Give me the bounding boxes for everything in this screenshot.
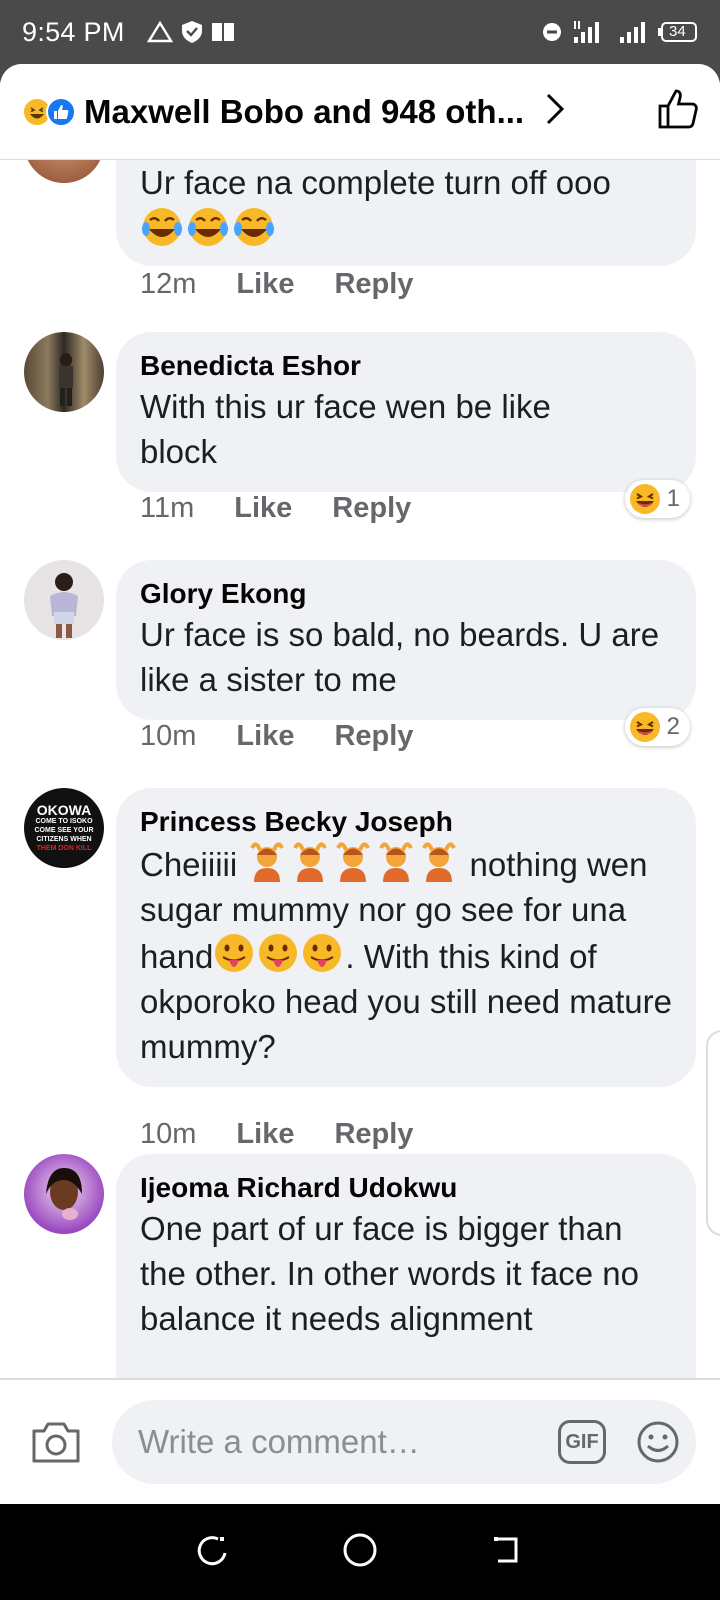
- comment-input[interactable]: Write a comment… GIF: [112, 1400, 696, 1484]
- comment-reaction-badge[interactable]: 2: [624, 708, 690, 746]
- comment-reaction-badge[interactable]: 1: [624, 480, 690, 518]
- commenter-avatar[interactable]: [24, 1154, 104, 1234]
- back-icon[interactable]: [490, 1533, 524, 1572]
- comment-bubble: Princess Becky Joseph Cheiiiii nothing w…: [116, 788, 696, 1087]
- status-time: 9:54 PM: [22, 16, 125, 47]
- comment-input-placeholder: Write a comment…: [138, 1423, 420, 1460]
- commenter-name[interactable]: Glory Ekong: [140, 576, 672, 612]
- comment-text: Ur face na complete turn off ooo: [140, 160, 672, 254]
- avatar-text-line: OKOWA: [36, 802, 92, 818]
- comment-actions: 10m Like Reply: [140, 720, 413, 753]
- comment-reply-button[interactable]: Reply: [334, 268, 413, 301]
- comment-text: One part of ur face is bigger than the o…: [140, 1210, 639, 1337]
- avatar-text-line: COME SEE YOUR: [34, 827, 94, 834]
- commenter-avatar[interactable]: OKOWA COME TO ISOKO COME SEE YOUR CITIZE…: [24, 788, 104, 868]
- reactions-header[interactable]: Maxwell Bobo and 948 oth...: [0, 64, 720, 160]
- commenter-avatar[interactable]: [24, 560, 104, 640]
- comment-reply-button[interactable]: Reply: [332, 492, 411, 525]
- like-post-button[interactable]: [656, 87, 700, 136]
- gif-button[interactable]: GIF: [558, 1420, 606, 1464]
- comment-bubble: Glory Ekong Ur face is so bald, no beard…: [116, 560, 696, 720]
- tongue-out-emoji: [213, 934, 345, 975]
- comment-actions: 10m Like Reply: [140, 1118, 413, 1151]
- signal-icon: [618, 19, 648, 45]
- commenter-name[interactable]: Princess Becky Joseph: [140, 804, 672, 840]
- status-icons-right: 34: [542, 19, 698, 45]
- comment-reply-button[interactable]: Reply: [334, 720, 413, 753]
- battery-icon: 34: [658, 21, 698, 43]
- system-nav-bar: [0, 1504, 720, 1600]
- side-card-edge: [706, 1030, 720, 1236]
- comment-actions: 12m Like Reply: [140, 268, 413, 301]
- comments-sheet: Maxwell Bobo and 948 oth... Ur face na c…: [0, 64, 720, 1504]
- comment-reply-button[interactable]: Reply: [334, 1118, 413, 1151]
- avatar-text-line: THEM DON KILL: [36, 845, 92, 852]
- warning-triangle-icon: [146, 21, 173, 43]
- person-gesturing-emoji: [246, 842, 469, 883]
- comment-like-button[interactable]: Like: [236, 1118, 294, 1151]
- commenter-avatar[interactable]: [24, 160, 104, 183]
- comment-actions: 11m Like Reply: [140, 492, 411, 525]
- comment-bubble: Ijeoma Richard Udokwu One part of ur fac…: [116, 1154, 696, 1378]
- recent-apps-icon[interactable]: [196, 1533, 230, 1572]
- comment-like-button[interactable]: Like: [236, 720, 294, 753]
- avatar-text-line: COME TO ISOKO: [35, 818, 93, 825]
- haha-reaction-icon: [629, 484, 660, 514]
- reaction-count: 2: [666, 713, 680, 740]
- comment-like-button[interactable]: Like: [234, 492, 292, 525]
- do-not-disturb-icon: [542, 22, 562, 42]
- like-reaction-icon: [46, 96, 76, 127]
- comment-text: With this ur face wen be like block: [140, 388, 551, 470]
- comment-text: Cheiiiii nothing wen sugar mummy nor go …: [140, 842, 672, 1065]
- comment-timestamp: 12m: [140, 268, 197, 300]
- commenter-name[interactable]: Benedicta Eshor: [140, 348, 672, 384]
- comment-text: Ur face is so bald, no beards. U are lik…: [140, 616, 660, 698]
- avatar-text-line: CITIZENS WHEN: [36, 836, 92, 843]
- comment-bubble: Ur face na complete turn off ooo: [116, 160, 696, 266]
- reactions-summary-title[interactable]: Maxwell Bobo and 948 oth...: [84, 93, 524, 131]
- comment-like-button[interactable]: Like: [236, 268, 294, 301]
- tears-of-joy-emoji: [140, 208, 280, 250]
- comment-timestamp: 11m: [140, 492, 195, 524]
- camera-icon[interactable]: [30, 1419, 82, 1465]
- commenter-name[interactable]: Ijeoma Richard Udokwu: [140, 1170, 672, 1206]
- haha-reaction-icon: [629, 712, 660, 742]
- commenter-avatar[interactable]: [24, 332, 104, 412]
- chevron-right-icon[interactable]: [544, 92, 566, 131]
- reaction-stack: [22, 96, 76, 127]
- status-bar: 9:54 PM 34: [0, 0, 720, 64]
- shield-icon: [181, 20, 203, 44]
- comment-timestamp: 10m: [140, 720, 197, 752]
- reaction-count: 1: [666, 485, 680, 512]
- comment-bubble: Benedicta Eshor With this ur face wen be…: [116, 332, 696, 492]
- status-icons-left: [146, 20, 235, 44]
- book-icon: [211, 22, 235, 42]
- home-icon[interactable]: [342, 1532, 378, 1573]
- emoji-smile-icon[interactable]: [636, 1420, 680, 1464]
- comment-composer: Write a comment… GIF: [0, 1378, 720, 1504]
- comments-list[interactable]: Ur face na complete turn off ooo 12m Lik…: [0, 160, 720, 1378]
- comment-timestamp: 10m: [140, 1118, 197, 1150]
- signal-4g-icon: [572, 19, 608, 45]
- battery-level: 34: [669, 23, 686, 40]
